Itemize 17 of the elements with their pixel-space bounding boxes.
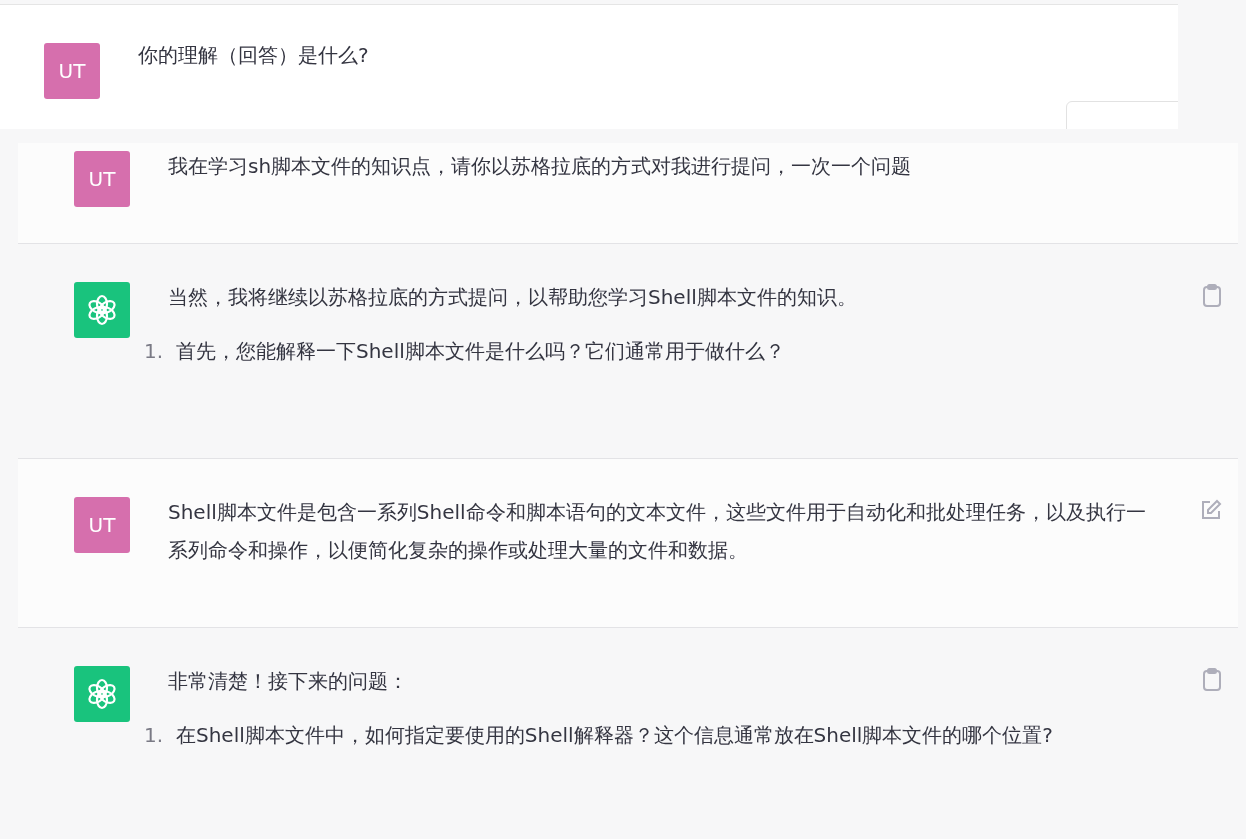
user-avatar: UT xyxy=(74,151,130,207)
clipboard-icon[interactable] xyxy=(1202,284,1222,308)
message-text: 你的理解（回答）是什么? xyxy=(138,42,369,69)
assistant-avatar xyxy=(74,666,130,722)
assistant-avatar xyxy=(74,282,130,338)
message-text: Shell脚本文件是包含一系列Shell命令和脚本语句的文本文件，这些文件用于自动化和批处理任务，以及执行一系列命令和操作，以便简化复杂的操作或处理大量的文件和数据。 xyxy=(168,499,1147,564)
user-avatar: UT xyxy=(74,497,130,553)
message-text: 我在学习sh脚本文件的知识点，请你以苏格拉底的方式对我进行提问，一次一个问题 xyxy=(168,153,913,180)
list-number: 1. xyxy=(144,338,165,365)
list-item-text: 在Shell脚本文件中，如何指定要使用的Shell解释器？这个信息通常放在Shell脚本文件的哪个位置? xyxy=(176,722,1053,749)
edit-icon[interactable] xyxy=(1200,499,1222,521)
message-text: 当然，我将继续以苏格拉底的方式提问，以帮助您学习Shell脚本文件的知识。 xyxy=(168,284,858,311)
clipboard-icon[interactable] xyxy=(1202,668,1222,692)
message-text: 非常清楚！接下来的问题： xyxy=(168,668,409,695)
list-number: 1. xyxy=(144,722,165,749)
list-item-text: 首先，您能解释一下Shell脚本文件是什么吗？它们通常用于做什么？ xyxy=(176,338,785,365)
user-avatar: UT xyxy=(44,43,100,99)
